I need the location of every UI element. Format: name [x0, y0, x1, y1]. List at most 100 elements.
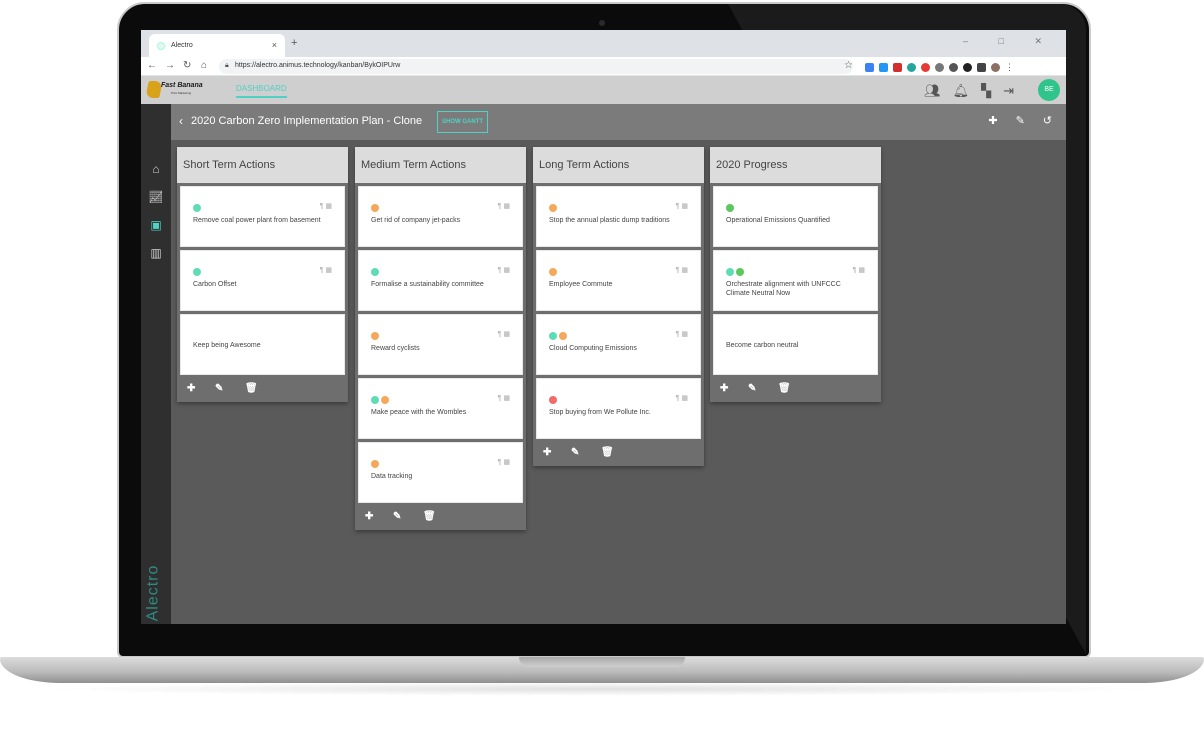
- kanban-card[interactable]: ¶ ▦ Reward cyclists: [358, 314, 523, 375]
- card-title: Make peace with the Wombles: [371, 409, 467, 416]
- kanban-card[interactable]: ¶ ▦ Employee Commute: [536, 250, 701, 311]
- browser-tab[interactable]: Alectro ×: [149, 34, 285, 57]
- extension-icon[interactable]: [879, 62, 888, 72]
- description-calendar-icons: ¶ ▦: [319, 203, 332, 210]
- home-icon[interactable]: ⌂: [201, 60, 207, 71]
- new-tab-button[interactable]: +: [291, 37, 297, 49]
- chart-line-icon[interactable]: 📈︎: [141, 190, 171, 204]
- status-dots: [371, 332, 379, 340]
- kanban-board-icon[interactable]: ▣: [141, 218, 171, 232]
- edit-column-icon[interactable]: ✎: [571, 447, 579, 458]
- kanban-card[interactable]: ¶ ▦ Stop buying from We Pollute Inc.: [536, 378, 701, 439]
- edit-column-icon[interactable]: ✎: [393, 511, 401, 522]
- header-icons: 👥︎ 🔔︎ ▚ ⇥: [924, 83, 1014, 99]
- status-dots: [549, 204, 557, 212]
- kanban-card[interactable]: ¶ ▦ Formalise a sustainability committee: [358, 250, 523, 311]
- url-text: https://alectro.animus.technology/kanban…: [235, 62, 401, 69]
- chevron-left-icon[interactable]: ‹: [179, 114, 183, 128]
- extension-icons: ⋮: [865, 61, 1014, 73]
- delete-column-icon[interactable]: 🗑︎: [601, 447, 614, 458]
- status-dots: [371, 460, 379, 468]
- company-logo[interactable]: Fast Banana Print Marketing: [145, 80, 203, 100]
- sidebar: ⌂ 📈︎ ▣ ▥ Alectro: [141, 104, 171, 624]
- kanban-card[interactable]: Operational Emissions Quantified: [713, 186, 878, 247]
- description-calendar-icons: ¶ ▦: [852, 267, 865, 274]
- card-title: Orchestrate alignment with UNFCCC Climat…: [726, 281, 841, 297]
- status-dots: [549, 268, 557, 276]
- description-calendar-icons: ¶ ▦: [675, 267, 688, 274]
- chat-icon[interactable]: ▚: [981, 83, 991, 99]
- edit-column-icon[interactable]: ✎: [215, 383, 223, 394]
- status-dots: [371, 204, 379, 212]
- kanban-card[interactable]: ¶ ▦ Make peace with the Wombles: [358, 378, 523, 439]
- tab-close-icon[interactable]: ×: [272, 40, 277, 50]
- card-title: Keep being Awesome: [193, 342, 261, 349]
- kanban-card[interactable]: ¶ ▦ Data tracking: [358, 442, 523, 503]
- extension-icon[interactable]: [921, 62, 930, 72]
- menu-kebab-icon[interactable]: ⋮: [1005, 62, 1014, 73]
- kanban-column: Short Term Actions ¶ ▦ Remove coal power p…: [177, 147, 348, 402]
- forward-arrow-icon[interactable]: →: [165, 60, 175, 71]
- delete-column-icon[interactable]: 🗑︎: [245, 383, 258, 394]
- kanban-card[interactable]: Become carbon neutral: [713, 314, 878, 375]
- extension-icon[interactable]: [949, 62, 958, 72]
- back-arrow-icon[interactable]: ←: [147, 60, 157, 71]
- puzzle-icon[interactable]: [977, 62, 986, 72]
- window-controls[interactable]: – □ ✕: [963, 36, 1056, 47]
- undo-icon[interactable]: ↺: [1043, 114, 1052, 127]
- add-card-icon[interactable]: ✚: [187, 383, 195, 394]
- card-title: Carbon Offset: [193, 281, 237, 288]
- extension-icon[interactable]: [907, 62, 916, 72]
- dashboard-link[interactable]: DASHBOARD: [236, 84, 287, 98]
- status-dot-icon: [381, 396, 389, 404]
- kanban-card[interactable]: ¶ ▦ Orchestrate alignment with UNFCCC Cli…: [713, 250, 878, 311]
- delete-column-icon[interactable]: 🗑︎: [423, 511, 436, 522]
- extension-icon[interactable]: [893, 62, 902, 72]
- status-dots: [549, 332, 567, 340]
- add-card-icon[interactable]: ✚: [365, 511, 373, 522]
- column-footer: ✚ ✎ 🗑︎: [355, 506, 526, 530]
- status-dot-icon: [549, 396, 557, 404]
- status-dot-icon: [371, 460, 379, 468]
- reload-icon[interactable]: ↻: [183, 60, 191, 71]
- status-dot-icon: [371, 332, 379, 340]
- url-bar[interactable]: 🔒︎ https://alectro.animus.technology/kan…: [219, 59, 853, 74]
- extension-icon[interactable]: [963, 62, 972, 72]
- logo-subtext: Print Marketing: [171, 91, 192, 95]
- profile-icon[interactable]: [991, 62, 1000, 72]
- kanban-card[interactable]: ¶ ▦ Cloud Computing Emissions: [536, 314, 701, 375]
- logout-icon[interactable]: ⇥: [1003, 83, 1014, 99]
- show-gantt-button[interactable]: SHOW GANTT: [437, 111, 488, 133]
- extension-icon[interactable]: [935, 62, 944, 72]
- people-icon[interactable]: 👥︎: [924, 83, 941, 99]
- add-card-icon[interactable]: ✚: [543, 447, 551, 458]
- edit-column-icon[interactable]: ✎: [748, 383, 756, 394]
- laptop-mockup: Alectro × + – □ ✕ ← → ↻ ⌂ 🔒︎ https://ale…: [0, 0, 1204, 730]
- kanban-card[interactable]: Keep being Awesome: [180, 314, 345, 375]
- add-card-icon[interactable]: ✚: [720, 383, 728, 394]
- map-icon[interactable]: ▥: [141, 246, 171, 260]
- extension-icon[interactable]: [865, 62, 874, 72]
- card-title: Cloud Computing Emissions: [549, 345, 637, 352]
- bookmark-star-icon[interactable]: ☆: [844, 60, 853, 71]
- bell-icon[interactable]: 🔔︎: [953, 83, 970, 99]
- screen: Alectro × + – □ ✕ ← → ↻ ⌂ 🔒︎ https://ale…: [141, 30, 1066, 624]
- card-title: Get rid of company jet-packs: [371, 217, 461, 224]
- lock-icon: 🔒︎: [225, 62, 229, 69]
- delete-column-icon[interactable]: 🗑︎: [778, 383, 791, 394]
- add-icon[interactable]: ✚: [988, 114, 997, 127]
- card-title: Data tracking: [371, 473, 413, 480]
- kanban-card[interactable]: ¶ ▦ Carbon Offset: [180, 250, 345, 311]
- description-calendar-icons: ¶ ▦: [497, 203, 510, 210]
- card-title: Stop buying from We Pollute Inc.: [549, 409, 651, 416]
- card-title: Remove coal power plant from basement: [193, 217, 321, 224]
- kanban-card[interactable]: ¶ ▦ Stop the annual plastic dump traditio…: [536, 186, 701, 247]
- kanban-card[interactable]: ¶ ▦ Get rid of company jet-packs: [358, 186, 523, 247]
- user-avatar[interactable]: BE: [1038, 79, 1060, 101]
- card-title: Reward cyclists: [371, 345, 420, 352]
- status-dots: [726, 268, 744, 276]
- board-header: ‹ 2020 Carbon Zero Implementation Plan -…: [171, 104, 1066, 140]
- home-icon[interactable]: ⌂: [141, 162, 171, 176]
- edit-pencil-icon[interactable]: ✎: [1016, 114, 1025, 127]
- kanban-card[interactable]: ¶ ▦ Remove coal power plant from basement: [180, 186, 345, 247]
